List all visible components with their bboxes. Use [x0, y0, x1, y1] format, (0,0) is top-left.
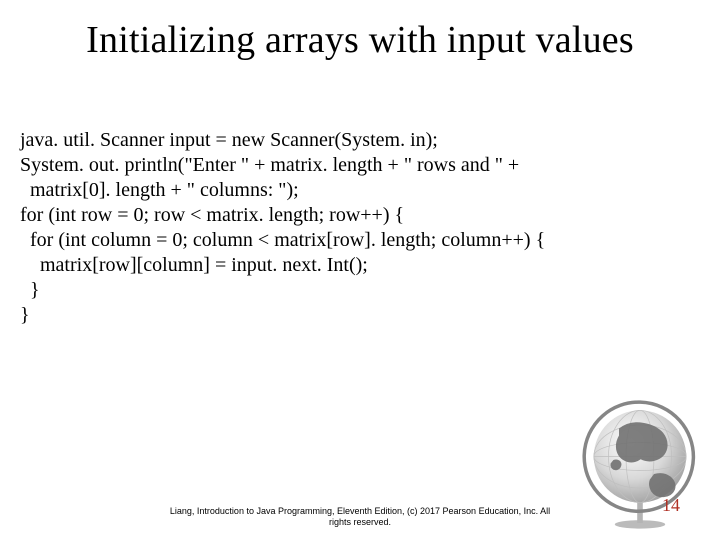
code-line-4: for (int row = 0; row < matrix. length; …: [20, 204, 404, 226]
slide-title: Initializing arrays with input values: [0, 18, 720, 62]
footer-line-2: rights reserved.: [329, 517, 391, 527]
slide: Initializing arrays with input values ja…: [0, 0, 720, 540]
code-line-5: for (int column = 0; column < matrix[row…: [20, 229, 545, 251]
code-block: java. util. Scanner input = new Scanner(…: [20, 128, 700, 328]
code-line-3: matrix[0]. length + " columns: ");: [20, 179, 299, 201]
footer-line-1: Liang, Introduction to Java Programming,…: [170, 506, 550, 516]
code-line-6: matrix[row][column] = input. next. Int()…: [20, 254, 368, 276]
code-line-1: java. util. Scanner input = new Scanner(…: [20, 129, 438, 151]
footer-copyright: Liang, Introduction to Java Programming,…: [0, 506, 720, 528]
code-line-2: System. out. println("Enter " + matrix. …: [20, 154, 519, 176]
code-line-7: }: [20, 279, 40, 301]
code-line-8: }: [20, 304, 30, 326]
